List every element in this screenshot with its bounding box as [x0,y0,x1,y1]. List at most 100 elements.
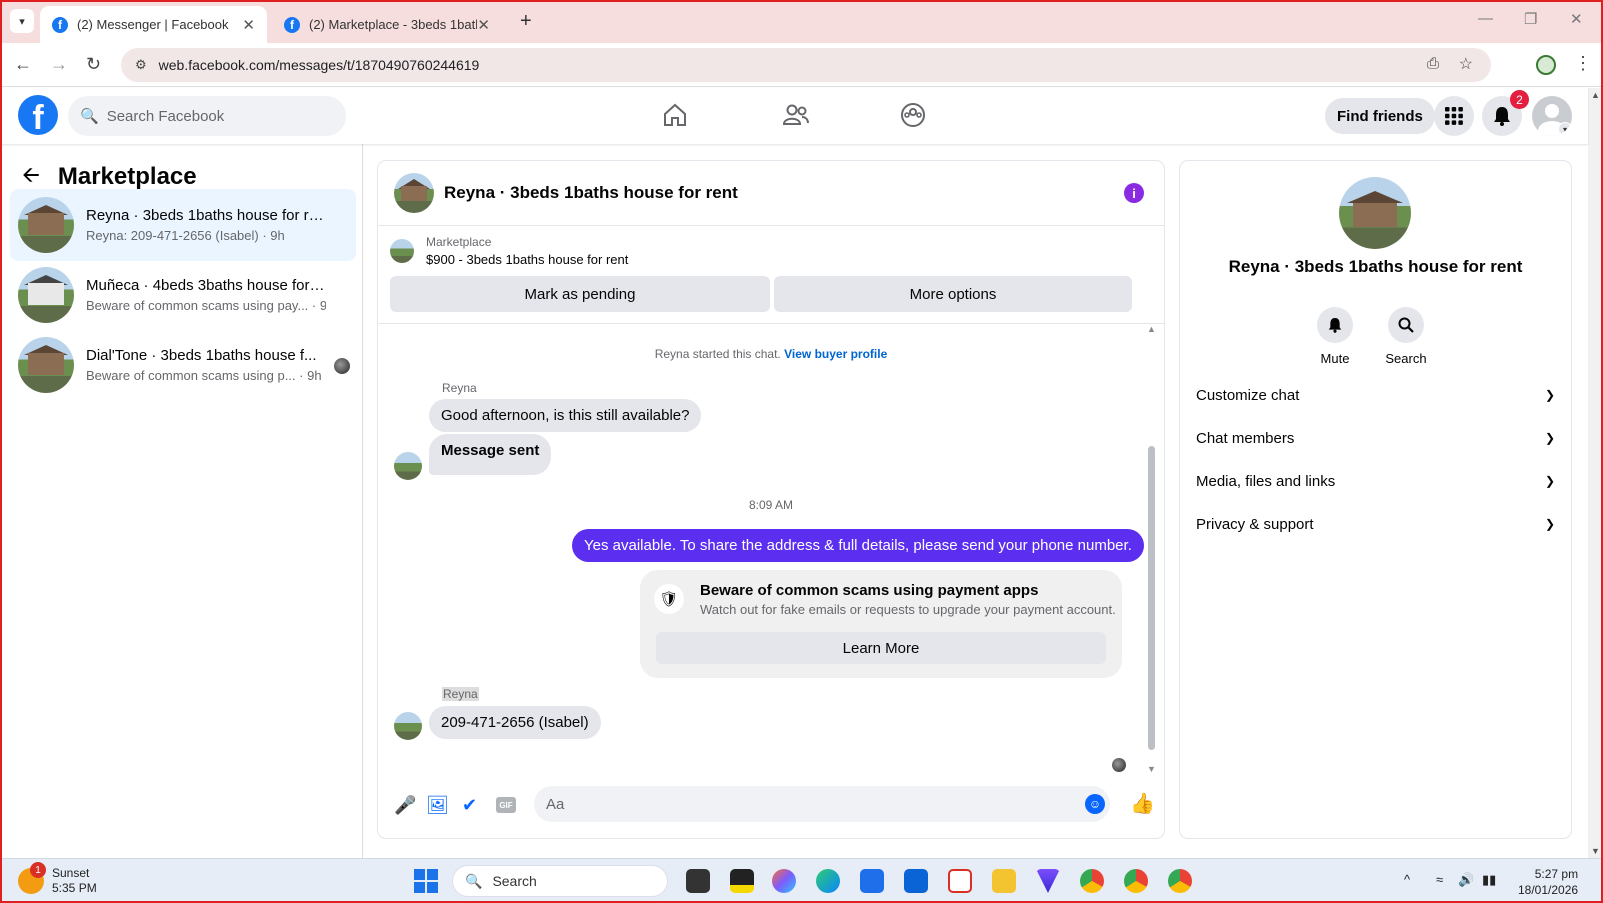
chat-avatar[interactable] [394,173,434,213]
weather-badge: 1 [30,862,46,878]
copilot-icon[interactable] [772,869,796,893]
bookmark-star-icon[interactable]: ☆ [1459,54,1473,74]
account-avatar[interactable]: ▾ [1532,96,1572,136]
message-input[interactable]: Aa [534,786,1110,822]
customize-chat-section[interactable]: Customize chat ❯ [1196,377,1555,413]
edge-browser-icon[interactable] [816,869,840,893]
section-label: Media, files and links [1196,472,1336,490]
tab-search-button[interactable]: ▾ [10,9,34,33]
facebook-favicon-icon: f [52,16,68,33]
sender-avatar[interactable] [394,452,422,480]
search-icon: 🔍 [80,108,99,125]
scroll-up-icon[interactable]: ▲ [1147,324,1156,334]
taskbar-search-label: Search [492,873,537,889]
show-hidden-icons-chevron-icon[interactable]: ^ [1404,872,1410,887]
site-info-icon[interactable]: ⚙ [135,57,147,73]
close-window-button[interactable]: ✕ [1570,10,1583,28]
scroll-down-icon[interactable]: ▼ [1147,764,1156,774]
gif-icon[interactable]: GIF [496,797,516,813]
seen-indicator-icon [1112,758,1126,772]
section-label: Chat members [1196,429,1295,447]
privacy-support-section[interactable]: Privacy & support ❯ [1196,506,1555,542]
groups-icon[interactable] [900,102,926,128]
sticky-notes-icon[interactable] [730,869,754,893]
listing-banner[interactable]: Marketplace $900 - 3beds 1baths house fo… [390,235,628,267]
message-bubble[interactable]: 209-471-2656 (Isabel) [429,706,601,739]
scam-warning-title: Beware of common scams using payment app… [700,582,1039,599]
conversation-item[interactable]: Muñeca · 4beds 3baths house for r... Bew… [10,259,356,331]
search-icon: 🔍 [465,872,483,889]
close-tab-icon[interactable]: ✕ [242,16,255,34]
browser-menu-icon[interactable]: ⋮ [1574,53,1592,74]
page-scrollbar[interactable]: ▲ ▼ [1588,88,1603,858]
task-view-icon[interactable] [686,869,710,893]
clock-date: 18/01/2026 [1518,883,1579,897]
taskbar-search[interactable]: 🔍 Search [452,865,668,897]
scroll-up-icon[interactable]: ▲ [1591,90,1600,100]
photo-icon[interactable]: 🖼 [426,795,449,816]
scrollbar-thumb[interactable] [1148,446,1155,750]
volume-icon[interactable]: 🔊 [1458,872,1474,888]
more-options-button[interactable]: More options [774,276,1132,312]
facebook-search-input[interactable]: 🔍 Search Facebook [68,96,346,136]
sender-name: Reyna [442,381,477,395]
home-icon[interactable] [662,102,688,128]
menu-grid-icon[interactable] [1434,96,1474,136]
install-app-icon[interactable]: ⎙ [1427,55,1439,72]
media-files-links-section[interactable]: Media, files and links ❯ [1196,463,1555,499]
new-tab-button[interactable]: + [520,10,532,33]
vpn-app-icon[interactable] [1036,869,1060,893]
message-bubble[interactable]: Message sent [429,434,552,475]
chrome-profile-1-icon[interactable] [1080,869,1104,893]
close-tab-icon[interactable]: ✕ [477,16,490,34]
thumbs-up-icon[interactable]: 👍 [1130,791,1155,816]
weather-widget[interactable]: 1 Sunset 5:35 PM [18,862,97,896]
minimize-button[interactable]: — [1478,10,1493,27]
conversation-item[interactable]: Reyna · 3beds 1baths house for rent Reyn… [10,189,356,261]
find-friends-button[interactable]: Find friends [1325,98,1435,134]
conversation-name: Reyna · 3beds 1baths house for rent [86,207,326,224]
tab-messenger[interactable]: f (2) Messenger | Facebook ✕ [40,6,267,43]
emoji-icon[interactable]: ☺ [1085,794,1105,814]
chat-profile-image[interactable] [1339,177,1411,249]
chat-scrollbar[interactable]: ▲ ▼ [1146,324,1158,774]
chrome-profile-3-icon[interactable] [1168,869,1192,893]
browser-tab-bar: ▾ f (2) Messenger | Facebook ✕ f (2) Mar… [0,0,1603,43]
back-icon[interactable]: ← [14,54,32,75]
chrome-profile-2-icon[interactable] [1124,869,1148,893]
notification-count-badge: 2 [1510,90,1529,109]
info-icon[interactable]: i [1124,183,1144,203]
microphone-icon[interactable]: 🎤 [394,795,416,816]
mute-button[interactable]: Mute [1305,307,1365,366]
outlook-icon[interactable] [904,869,928,893]
address-bar[interactable]: ⚙ web.facebook.com/messages/t/1870490760… [121,48,1491,82]
message-bubble[interactable]: Good afternoon, is this still available? [429,399,702,432]
sender-avatar[interactable] [394,712,422,740]
weather-time: 5:35 PM [52,881,97,895]
file-explorer-icon[interactable] [992,869,1016,893]
snipping-tool-icon[interactable] [948,869,972,893]
scam-warning-card: 🛡 Beware of common scams using payment a… [640,570,1122,678]
forward-icon[interactable]: → [50,54,68,75]
tab-marketplace[interactable]: f (2) Marketplace - 3beds 1baths ✕ [272,6,502,43]
mark-as-pending-button[interactable]: Mark as pending [390,276,770,312]
message-bubble-sent[interactable]: Yes available. To share the address & fu… [572,529,1144,562]
reload-icon[interactable]: ↻ [86,54,101,75]
extension-icon[interactable] [1536,55,1556,75]
chat-title[interactable]: Reyna · 3beds 1baths house for rent [444,183,738,203]
wifi-icon[interactable]: ≈ [1436,872,1443,887]
learn-more-button[interactable]: Learn More [656,632,1106,664]
system-clock[interactable]: 5:27 pm 18/01/2026 [1518,866,1578,898]
windows-start-icon[interactable] [414,869,438,893]
facebook-logo-icon[interactable]: f [18,95,58,135]
view-buyer-profile-link[interactable]: View buyer profile [784,347,887,361]
microsoft-store-icon[interactable] [860,869,884,893]
chat-members-section[interactable]: Chat members ❯ [1196,420,1555,456]
battery-icon[interactable]: ▮▮ [1482,872,1496,888]
sticker-icon[interactable]: ✔ [462,795,477,816]
conversation-item[interactable]: Dial'Tone · 3beds 1baths house f... Bewa… [10,329,356,401]
scroll-down-icon[interactable]: ▼ [1591,846,1600,856]
search-in-conversation-button[interactable]: Search [1376,307,1436,366]
friends-icon[interactable] [782,102,810,128]
restore-button[interactable]: ❐ [1524,10,1537,28]
